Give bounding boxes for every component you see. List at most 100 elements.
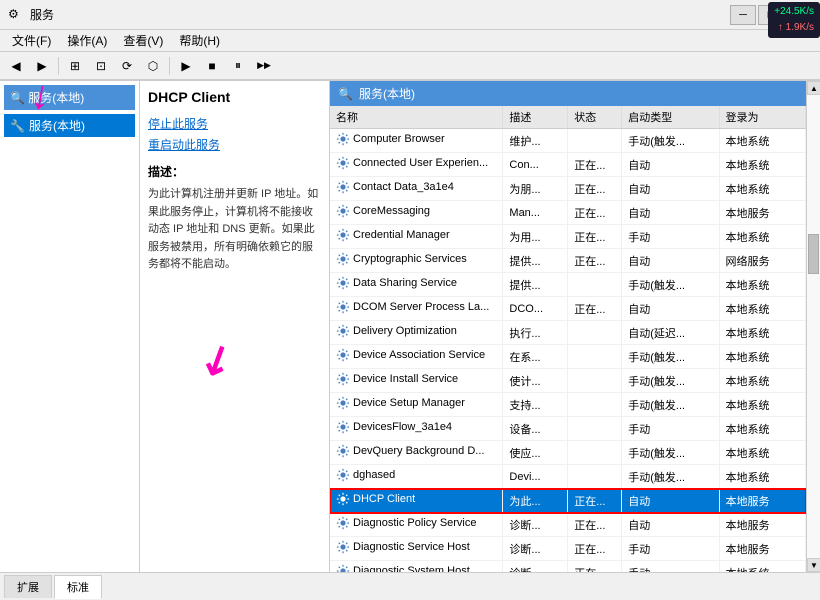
service-startup-cell: 自动	[622, 513, 719, 537]
service-status-cell	[568, 417, 622, 441]
scroll-thumb[interactable]	[808, 234, 819, 274]
table-row[interactable]: DHCP Client 为此...正在...自动本地服务	[330, 489, 806, 513]
service-icon-12: DevicesFlow_3a1e4	[336, 420, 452, 434]
forward-button[interactable]: ▶	[30, 55, 54, 77]
service-desc-cell: 为朋...	[503, 177, 568, 201]
service-startup-cell: 手动(触发...	[622, 129, 719, 153]
pause-service-button[interactable]: ⏸	[226, 55, 250, 77]
scroll-up-arrow[interactable]: ▲	[807, 81, 820, 95]
table-row[interactable]: Cryptographic Services 提供...正在...自动网络服务	[330, 249, 806, 273]
service-status-cell: 正在...	[568, 513, 622, 537]
table-row[interactable]: Diagnostic System Host 诊断...正在...手动本地系统	[330, 561, 806, 573]
service-desc-cell: 支持...	[503, 393, 568, 417]
service-startup-cell: 自动	[622, 297, 719, 321]
table-row[interactable]: Data Sharing Service 提供...手动(触发...本地系统	[330, 273, 806, 297]
title-bar: ⚙ 服务 ─ □ ✕ +24.5K/s ↑ 1.9K/s	[0, 0, 820, 30]
toolbar-separator-1	[58, 57, 59, 75]
table-row[interactable]: DevQuery Background D... 使应...手动(触发...本地…	[330, 441, 806, 465]
table-row[interactable]: Contact Data_3a1e4 为朋...正在...自动本地系统	[330, 177, 806, 201]
stop-service-link[interactable]: 停止此服务	[148, 115, 321, 132]
table-row[interactable]: Credential Manager 为用...正在...手动本地系统	[330, 225, 806, 249]
service-startup-cell: 自动	[622, 153, 719, 177]
download-speed: +24.5K/s	[774, 4, 814, 20]
table-row[interactable]: Diagnostic Policy Service 诊断...正在...自动本地…	[330, 513, 806, 537]
scroll-down-arrow[interactable]: ▼	[807, 558, 820, 572]
window-icon: ⚙	[8, 7, 24, 23]
service-desc-cell: 为此...	[503, 489, 568, 513]
service-icon-0: Computer Browser	[336, 132, 445, 146]
service-status-cell	[568, 465, 622, 489]
table-row[interactable]: Connected User Experien... Con...正在...自动…	[330, 153, 806, 177]
service-login-cell: 本地系统	[719, 225, 805, 249]
service-startup-cell: 自动(延迟...	[622, 321, 719, 345]
service-status-cell: 正在...	[568, 153, 622, 177]
menu-view[interactable]: 查看(V)	[115, 30, 171, 51]
tab-standard[interactable]: 标准	[54, 575, 102, 599]
sidebar-header-icon: 🔍	[10, 91, 28, 105]
col-status[interactable]: 状态	[568, 106, 622, 129]
service-desc-cell: 使计...	[503, 369, 568, 393]
service-login-cell: 本地服务	[719, 201, 805, 225]
service-name-cell: Cryptographic Services	[330, 249, 503, 273]
table-row[interactable]: DCOM Server Process La... DCO...正在...自动本…	[330, 297, 806, 321]
restart-service-link[interactable]: 重启动此服务	[148, 136, 321, 153]
resume-service-button[interactable]: ▶▶	[252, 55, 276, 77]
service-desc-cell: DCO...	[503, 297, 568, 321]
sidebar-item-local-services[interactable]: 🔧 服务(本地)	[4, 114, 135, 137]
table-row[interactable]: dghased Devi...手动(触发...本地系统	[330, 465, 806, 489]
sidebar-services-icon: 🔧	[10, 119, 25, 133]
back-button[interactable]: ◀	[4, 55, 28, 77]
export-button[interactable]: ⬡	[141, 55, 165, 77]
scroll-track[interactable]	[807, 95, 820, 558]
service-status-cell: 正在...	[568, 225, 622, 249]
tab-expand[interactable]: 扩展	[4, 575, 52, 598]
left-description-panel: DHCP Client 停止此服务 重启动此服务 描述： 为此计算机注册并更新 …	[140, 81, 330, 572]
menu-help[interactable]: 帮助(H)	[171, 30, 228, 51]
service-startup-cell: 手动(触发...	[622, 465, 719, 489]
service-name-cell: DHCP Client	[330, 489, 503, 513]
start-service-button[interactable]: ▶	[174, 55, 198, 77]
service-status-cell	[568, 273, 622, 297]
service-icon-6: Data Sharing Service	[336, 276, 457, 290]
col-name[interactable]: 名称	[330, 106, 503, 129]
col-startup[interactable]: 启动类型	[622, 106, 719, 129]
right-scrollbar[interactable]: ▲ ▼	[806, 81, 820, 572]
service-desc-cell: 设备...	[503, 417, 568, 441]
stop-service-button[interactable]: ■	[200, 55, 224, 77]
service-icon-18: Diagnostic System Host	[336, 564, 470, 572]
service-desc-cell: 使应...	[503, 441, 568, 465]
service-desc-cell: 执行...	[503, 321, 568, 345]
service-name-cell: Credential Manager	[330, 225, 503, 249]
service-name-cell: dghased	[330, 465, 503, 489]
table-row[interactable]: Device Association Service 在系...手动(触发...…	[330, 345, 806, 369]
service-icon-5: Cryptographic Services	[336, 252, 467, 266]
table-row[interactable]: Delivery Optimization 执行...自动(延迟...本地系统	[330, 321, 806, 345]
table-row[interactable]: Device Install Service 使计...手动(触发...本地系统	[330, 369, 806, 393]
menu-action[interactable]: 操作(A)	[59, 30, 115, 51]
service-startup-cell: 手动(触发...	[622, 441, 719, 465]
service-status-cell	[568, 369, 622, 393]
service-icon-17: Diagnostic Service Host	[336, 540, 470, 554]
col-desc[interactable]: 描述	[503, 106, 568, 129]
table-row[interactable]: DevicesFlow_3a1e4 设备...手动本地系统	[330, 417, 806, 441]
show-hide-tree-button[interactable]: ⊞	[63, 55, 87, 77]
table-row[interactable]: Diagnostic Service Host 诊断...正在...手动本地服务	[330, 537, 806, 561]
menu-file[interactable]: 文件(F)	[4, 30, 59, 51]
view-button[interactable]: ⊡	[89, 55, 113, 77]
service-icon-16: Diagnostic Policy Service	[336, 516, 477, 530]
col-login[interactable]: 登录为	[719, 106, 805, 129]
service-login-cell: 本地系统	[719, 129, 805, 153]
table-row[interactable]: Device Setup Manager 支持...手动(触发...本地系统	[330, 393, 806, 417]
table-header-label: 服务(本地)	[359, 85, 415, 102]
table-row[interactable]: CoreMessaging Man...正在...自动本地服务	[330, 201, 806, 225]
service-login-cell: 本地系统	[719, 345, 805, 369]
services-table-container[interactable]: 名称 描述 状态 启动类型 登录为	[330, 106, 806, 572]
service-startup-cell: 自动	[622, 201, 719, 225]
sidebar: 🔍 服务(本地) 🔧 服务(本地)	[0, 81, 140, 572]
service-icon-13: DevQuery Background D...	[336, 444, 484, 458]
service-status-cell: 正在...	[568, 177, 622, 201]
service-login-cell: 本地服务	[719, 537, 805, 561]
minimize-button[interactable]: ─	[730, 5, 756, 25]
table-row[interactable]: Computer Browser 维护...手动(触发...本地系统	[330, 129, 806, 153]
refresh-button[interactable]: ⟳	[115, 55, 139, 77]
